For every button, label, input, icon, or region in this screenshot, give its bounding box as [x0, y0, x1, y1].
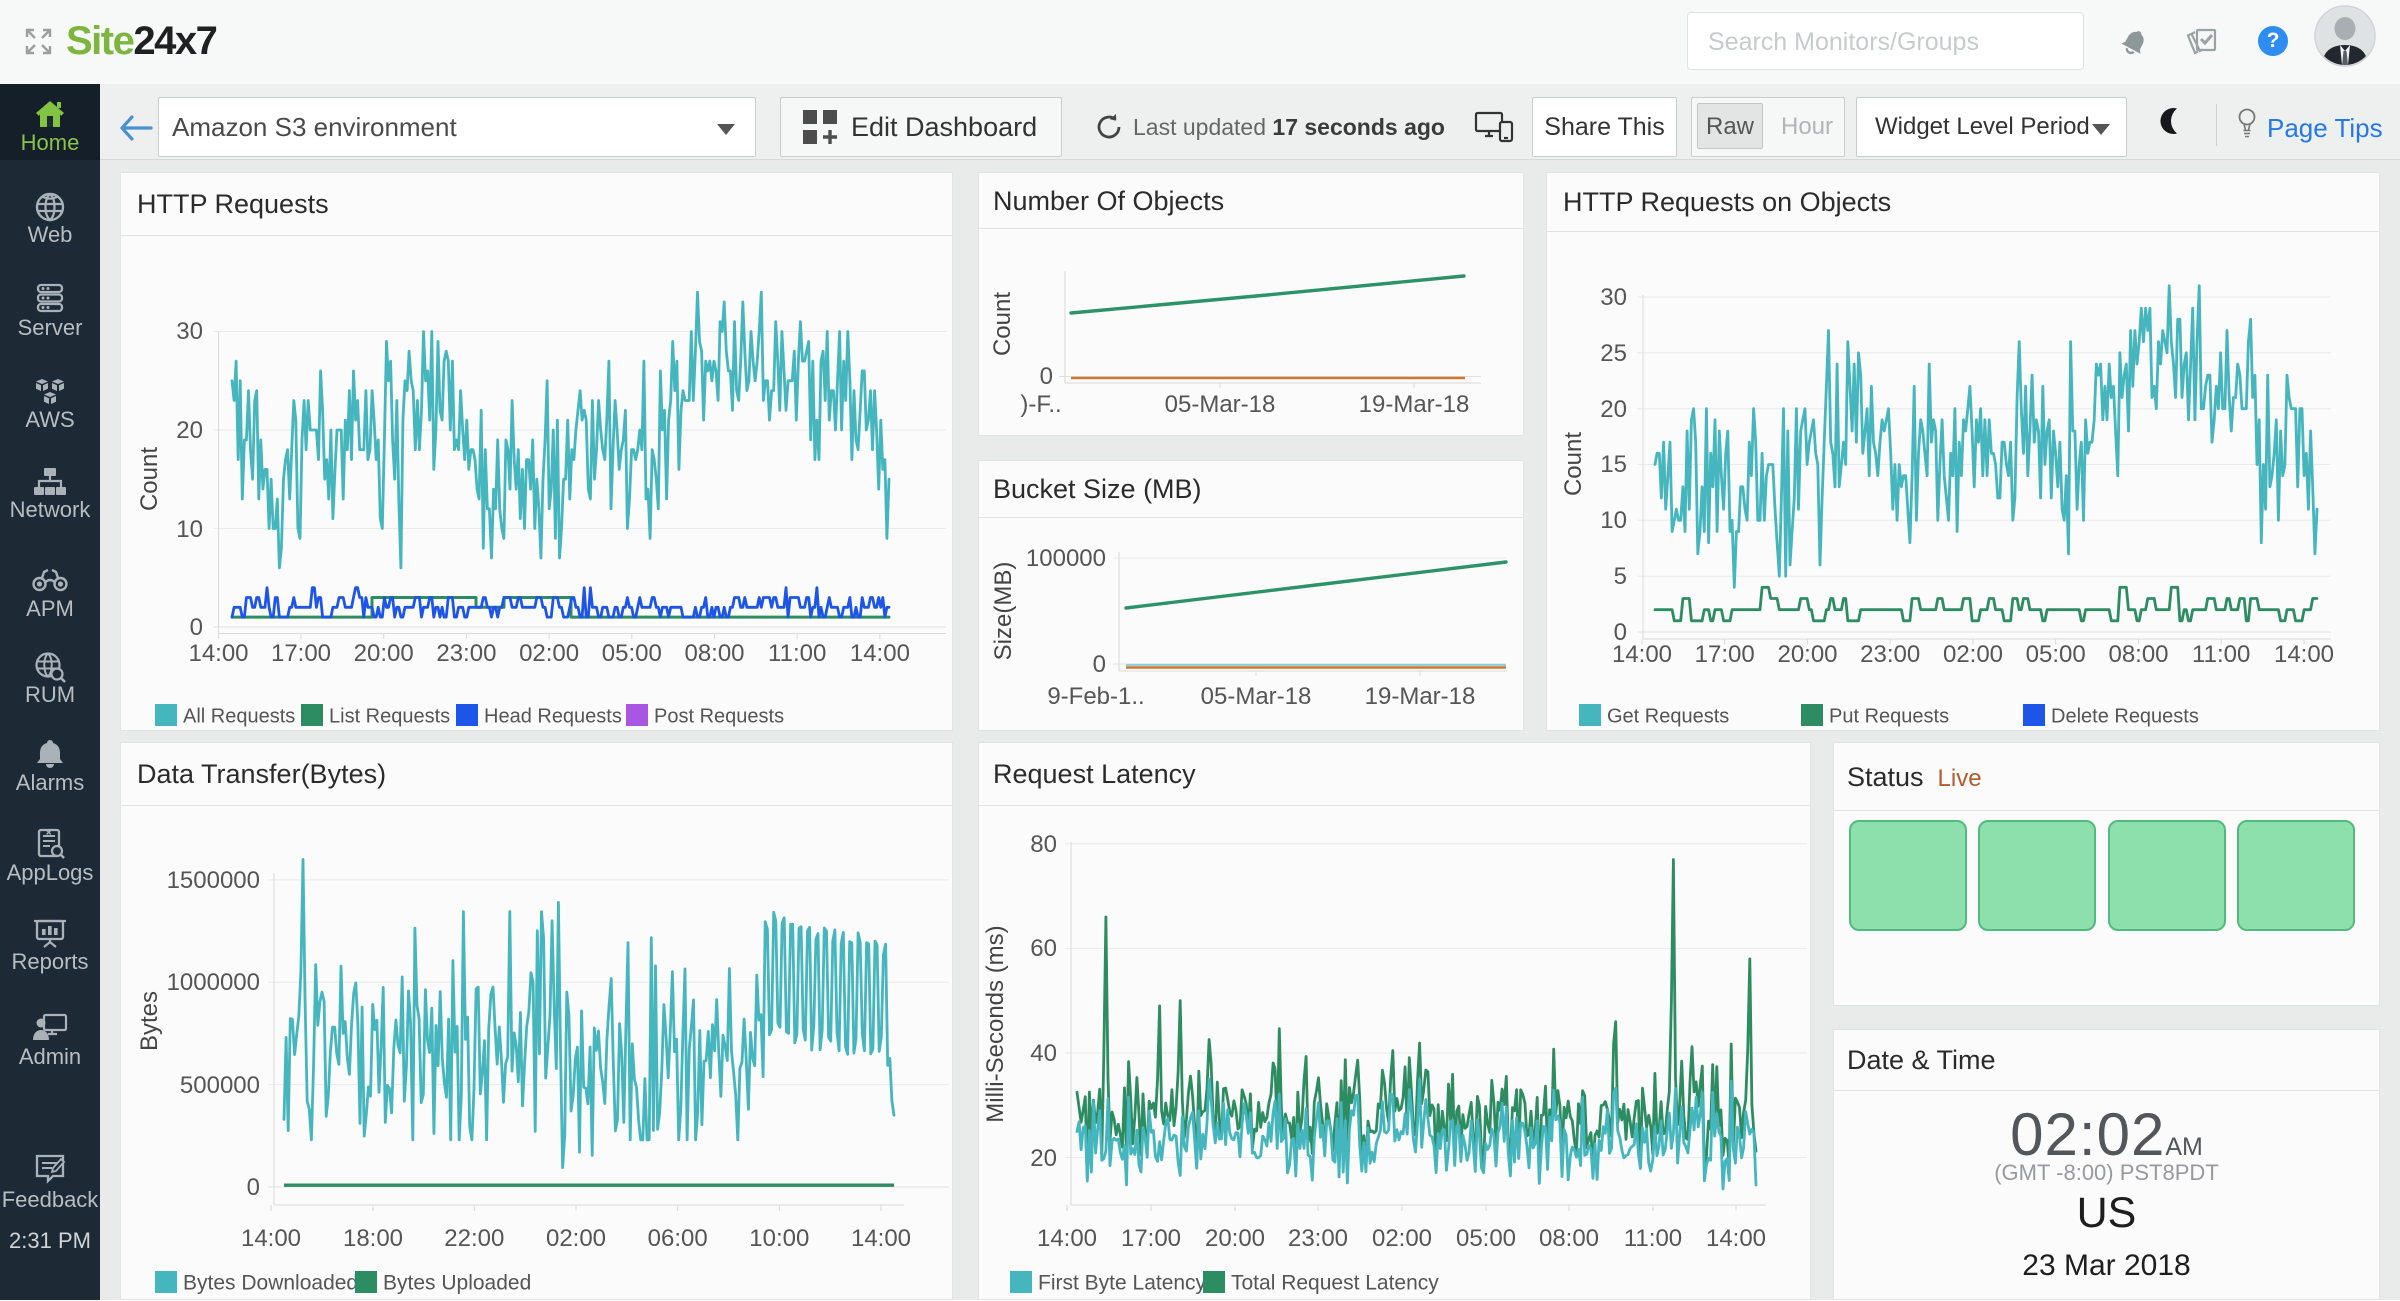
svg-text:0: 0: [190, 614, 203, 641]
svg-text:Count: Count: [1560, 432, 1587, 496]
svg-text:5: 5: [1614, 563, 1627, 590]
svg-text:14:00: 14:00: [2274, 641, 2334, 668]
svg-text:Bytes Uploaded: Bytes Uploaded: [383, 1272, 531, 1295]
svg-text:08:00: 08:00: [684, 640, 744, 667]
svg-text:02:00: 02:00: [546, 1225, 606, 1252]
svg-text:9-Feb-1..: 9-Feb-1..: [1047, 683, 1144, 710]
svg-text:All Requests: All Requests: [183, 706, 295, 728]
svg-text:02:00: 02:00: [1943, 641, 2003, 668]
svg-text:20: 20: [1030, 1145, 1057, 1172]
svg-text:14:00: 14:00: [1037, 1225, 1097, 1252]
svg-text:23:00: 23:00: [1860, 641, 1920, 668]
svg-text:20:00: 20:00: [354, 640, 414, 667]
svg-text:0: 0: [1040, 363, 1053, 390]
svg-text:30: 30: [176, 318, 203, 345]
svg-text:1500000: 1500000: [167, 867, 260, 894]
svg-text:06:00: 06:00: [648, 1225, 708, 1252]
svg-text:18:00: 18:00: [343, 1225, 403, 1252]
svg-text:)-F..: )-F..: [1020, 391, 1061, 418]
svg-text:05:00: 05:00: [602, 640, 662, 667]
svg-text:Size(MB): Size(MB): [990, 562, 1017, 661]
svg-text:08:00: 08:00: [1539, 1225, 1599, 1252]
svg-text:05-Mar-18: 05-Mar-18: [1201, 683, 1312, 710]
svg-text:14:00: 14:00: [241, 1225, 301, 1252]
svg-text:Count: Count: [989, 292, 1016, 356]
svg-text:10: 10: [1600, 507, 1627, 534]
svg-text:22:00: 22:00: [444, 1225, 504, 1252]
svg-text:02:00: 02:00: [1372, 1225, 1432, 1252]
svg-text:30: 30: [1600, 284, 1627, 311]
svg-text:20: 20: [1600, 396, 1627, 423]
svg-text:14:00: 14:00: [850, 640, 910, 667]
svg-text:14:00: 14:00: [188, 640, 248, 667]
svg-text:10:00: 10:00: [749, 1225, 809, 1252]
svg-text:60: 60: [1030, 935, 1057, 962]
svg-text:1000000: 1000000: [167, 969, 260, 996]
svg-text:100000: 100000: [1026, 545, 1106, 572]
svg-text:80: 80: [1030, 831, 1057, 858]
svg-text:20: 20: [176, 417, 203, 444]
svg-text:0: 0: [1093, 651, 1106, 678]
svg-text:10: 10: [176, 516, 203, 543]
svg-text:23:00: 23:00: [1288, 1225, 1348, 1252]
svg-text:15: 15: [1600, 451, 1627, 478]
svg-text:11:00: 11:00: [2192, 641, 2250, 668]
svg-text:11:00: 11:00: [1624, 1225, 1682, 1252]
svg-text:11:00: 11:00: [768, 640, 826, 667]
svg-text:Count: Count: [136, 447, 163, 511]
svg-text:08:00: 08:00: [2108, 641, 2168, 668]
svg-text:List Requests: List Requests: [329, 706, 450, 728]
svg-text:17:00: 17:00: [271, 640, 331, 667]
svg-text:Head Requests: Head Requests: [484, 706, 622, 728]
svg-text:Put Requests: Put Requests: [1829, 706, 1949, 728]
svg-text:Total Request Latency: Total Request Latency: [1231, 1272, 1439, 1295]
svg-text:05-Mar-18: 05-Mar-18: [1165, 391, 1276, 418]
svg-text:0: 0: [1614, 619, 1627, 646]
svg-text:Get Requests: Get Requests: [1607, 706, 1729, 728]
svg-text:05:00: 05:00: [1456, 1225, 1516, 1252]
svg-text:19-Mar-18: 19-Mar-18: [1365, 683, 1476, 710]
svg-text:Post Requests: Post Requests: [654, 706, 784, 728]
svg-text:23:00: 23:00: [436, 640, 496, 667]
svg-text:05:00: 05:00: [2026, 641, 2086, 668]
svg-text:17:00: 17:00: [1121, 1225, 1181, 1252]
svg-text:Milli-Seconds (ms): Milli-Seconds (ms): [982, 925, 1009, 1122]
svg-text:Delete Requests: Delete Requests: [2051, 706, 2199, 728]
svg-text:02:00: 02:00: [519, 640, 579, 667]
svg-text:500000: 500000: [180, 1072, 260, 1099]
svg-text:Bytes: Bytes: [136, 991, 163, 1051]
svg-text:19-Mar-18: 19-Mar-18: [1359, 391, 1470, 418]
svg-text:14:00: 14:00: [851, 1225, 911, 1252]
svg-text:First Byte Latency: First Byte Latency: [1038, 1272, 1207, 1295]
svg-text:20:00: 20:00: [1205, 1225, 1265, 1252]
svg-text:20:00: 20:00: [1777, 641, 1837, 668]
svg-text:14:00: 14:00: [1706, 1225, 1766, 1252]
svg-text:40: 40: [1030, 1040, 1057, 1067]
svg-text:0: 0: [247, 1174, 260, 1201]
svg-text:17:00: 17:00: [1695, 641, 1755, 668]
svg-text:25: 25: [1600, 340, 1627, 367]
svg-text:Bytes Downloaded: Bytes Downloaded: [183, 1272, 358, 1295]
